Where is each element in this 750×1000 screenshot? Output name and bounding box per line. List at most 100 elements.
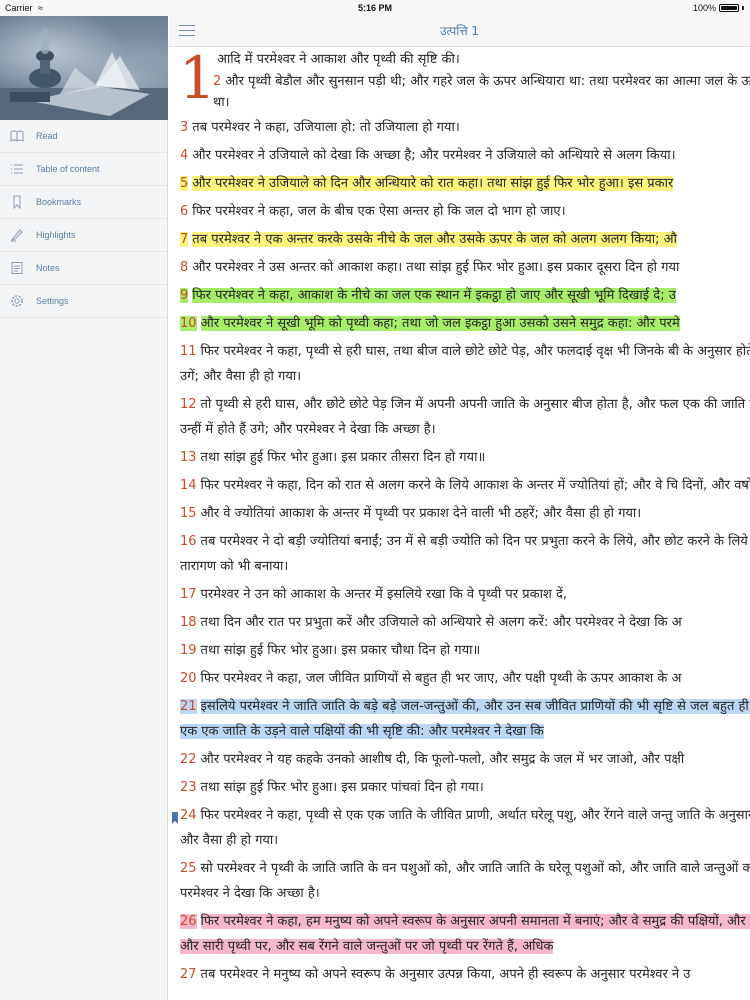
verse-5[interactable]: 5 और परमेश्वर ने उजियाले को दिन और अन्धिय… [169,171,750,196]
verse-text: इसलिये परमेश्वर ने जाति जाति के बड़े बड़… [180,699,750,739]
verse-text: तथा सांझ हुई फिर भोर हुआ। इस प्रकार पांच… [200,780,484,795]
verse-number: 26 [180,914,197,929]
verse-number: 16 [180,534,197,549]
sidebar-menu: Read Table of content Bookmarks Highligh… [0,120,167,318]
verse-text: तथा सांझ हुई फिर भोर हुआ। इस प्रकार चौथा… [200,643,481,658]
verse-text: फिर परमेश्वर ने कहा, हम मनुष्य को अपने स… [180,914,750,954]
bookmark-icon [10,195,24,209]
verse-3[interactable]: 3 तब परमेश्वर ने कहा, उजियाला हो: तो उजिय… [169,115,750,140]
verse-list: 3 तब परमेश्वर ने कहा, उजियाला हो: तो उजिय… [169,115,750,987]
sidebar-item-label: Notes [36,263,60,273]
list-icon [10,162,24,176]
battery-indicator: 100% [693,0,744,16]
verse-26[interactable]: 26 फिर परमेश्वर ने कहा, हम मनुष्य को अपने… [169,909,750,959]
verse-number: 8 [180,260,189,275]
verse-text: और परमेश्वर ने यह कहके उनको आशीष दी, कि … [200,752,685,767]
chapter-number-dropcap: 1 [179,47,216,112]
verse-17[interactable]: 17 परमेश्वर ने उन को आकाश के अन्तर में इस… [169,582,750,607]
verse-text: तब परमेश्वर ने एक अन्तर करके उसके नीचे क… [192,232,677,247]
verse-15[interactable]: 15 और वे ज्योतियां आकाश के अन्तर में पृथ्… [169,501,750,526]
verse-number: 19 [180,643,197,658]
verse-21[interactable]: 21 इसलिये परमेश्वर ने जाति जाति के बड़े ब… [169,694,750,744]
verse-number: 21 [180,699,197,714]
verse-20[interactable]: 20 फिर परमेश्वर ने कहा, जल जीवित प्राणियो… [169,666,750,691]
reader-header: उत्पत्ति 1 [169,16,750,47]
verse-number: 11 [180,344,197,359]
sidebar-hero-image [0,16,168,120]
verse-6[interactable]: 6 फिर परमेश्वर ने कहा, जल के बीच एक ऐसा अ… [169,199,750,224]
verse-2[interactable]: 2 और पृथ्वी बेडौल और सुनसान पड़ी थी; और ग… [213,71,750,113]
verse-number: 2 [213,74,222,89]
verse-number: 25 [180,861,197,876]
verse-14[interactable]: 14 फिर परमेश्वर ने कहा, दिन को रात से अलग… [169,473,750,498]
status-bar: Carrier ≈ 5:16 PM 100% [0,0,750,16]
verse-8[interactable]: 8 और परमेश्वर ने उस अन्तर को आकाश कहा। तथ… [169,255,750,280]
highlighter-icon [10,228,24,242]
sidebar-item-label: Settings [36,296,69,306]
verse-text: और परमेश्वर ने उस अन्तर को आकाश कहा। तथा… [192,260,680,275]
sidebar-item-settings[interactable]: Settings [0,285,167,318]
verse-number: 13 [180,450,197,465]
verse-text: परमेश्वर ने उन को आकाश के अन्तर में इसलि… [200,587,567,602]
sidebar-item-notes[interactable]: Notes [0,252,167,285]
sidebar-item-table-of-content[interactable]: Table of content [0,153,167,186]
verse-text: सो परमेश्वर ने पृथ्वी के जाति जाति के वन… [180,861,750,901]
verse-11[interactable]: 11 फिर परमेश्वर ने कहा, पृथ्वी से हरी घास… [169,339,750,389]
verse-number: 6 [180,204,189,219]
verse-9[interactable]: 9 फिर परमेश्वर ने कहा, आकाश के नीचे का जल… [169,283,750,308]
sidebar: Read Table of content Bookmarks Highligh… [0,16,168,1000]
verse-number: 5 [180,176,189,191]
sidebar-item-label: Table of content [36,164,100,174]
oil-lamp-books-illustration [0,28,168,120]
sidebar-item-bookmarks[interactable]: Bookmarks [0,186,167,219]
notes-icon [10,261,24,275]
verse-text: तब परमेश्वर ने मनुष्य को अपने स्वरूप के … [200,967,691,982]
verse-text: फिर परमेश्वर ने कहा, जल जीवित प्राणियों … [200,671,682,686]
verse-10[interactable]: 10 और परमेश्वर ने सूखी भूमि को पृथ्वी कहा… [169,311,750,336]
chapter-title: उत्पत्ति 1 [439,24,480,38]
status-time: 5:16 PM [357,3,392,13]
chapter-text[interactable]: 1 आदि में परमेश्वर ने आकाश और पृथ्वी की … [169,47,750,1000]
verse-number: 12 [180,397,197,412]
verse-text: और वे ज्योतियां आकाश के अन्तर में पृथ्वी… [200,506,642,521]
verse-text: तब परमेश्वर ने दो बड़ी ज्योतियां बनाईं; … [180,534,750,574]
verse-1-text[interactable]: आदि में परमेश्वर ने आकाश और पृथ्वी की सृ… [217,47,460,72]
sidebar-item-label: Read [36,131,58,141]
verse-4[interactable]: 4 और परमेश्वर ने उजियाले को देखा कि अच्छा… [169,143,750,168]
sidebar-item-highlights[interactable]: Highlights [0,219,167,252]
bookmark-flag-icon[interactable] [172,812,178,824]
verse-27[interactable]: 27 तब परमेश्वर ने मनुष्य को अपने स्वरूप क… [169,962,750,987]
verse-text: और परमेश्वर ने उजियाले को देखा कि अच्छा … [192,148,676,163]
verse-text: फिर परमेश्वर ने कहा, पृथ्वी से हरी घास, … [180,344,750,384]
verse-22[interactable]: 22 और परमेश्वर ने यह कहके उनको आशीष दी, क… [169,747,750,772]
verse-number: 22 [180,752,197,767]
verse-number: 14 [180,478,197,493]
verse-12[interactable]: 12 तो पृथ्वी से हरी घास, और छोटे छोटे पेड… [169,392,750,442]
verse-text: और परमेश्वर ने सूखी भूमि को पृथ्वी कहा; … [200,316,680,331]
verse-text: और पृथ्वी बेडौल और सुनसान पड़ी थी; और गह… [213,74,750,110]
verse-number: 18 [180,615,197,630]
sidebar-item-read[interactable]: Read [0,120,167,153]
verse-19[interactable]: 19 तथा सांझ हुई फिर भोर हुआ। इस प्रकार चौ… [169,638,750,663]
verse-text: फिर परमेश्वर ने कहा, आकाश के नीचे का जल … [192,288,676,303]
verse-23[interactable]: 23 तथा सांझ हुई फिर भोर हुआ। इस प्रकार पा… [169,775,750,800]
verse-text: फिर परमेश्वर ने कहा, पृथ्वी से एक एक जात… [180,808,750,848]
verse-number: 9 [180,288,189,303]
verse-number: 24 [180,808,197,823]
verse-18[interactable]: 18 तथा दिन और रात पर प्रभुता करें और उजिय… [169,610,750,635]
verse-7[interactable]: 7 तब परमेश्वर ने एक अन्तर करके उसके नीचे … [169,227,750,252]
verse-number: 17 [180,587,197,602]
battery-icon [719,4,739,12]
verse-number: 7 [180,232,189,247]
sidebar-item-label: Highlights [36,230,76,240]
verse-16[interactable]: 16 तब परमेश्वर ने दो बड़ी ज्योतियां बनाईं… [169,529,750,579]
verse-24[interactable]: 24 फिर परमेश्वर ने कहा, पृथ्वी से एक एक ज… [169,803,750,853]
verse-text: और परमेश्वर ने उजियाले को दिन और अन्धिया… [192,176,674,191]
sidebar-item-label: Bookmarks [36,197,82,207]
verse-13[interactable]: 13 तथा सांझ हुई फिर भोर हुआ। इस प्रकार ती… [169,445,750,470]
battery-tip [742,6,744,10]
verse-25[interactable]: 25 सो परमेश्वर ने पृथ्वी के जाति जाति के … [169,856,750,906]
verse-text: तब परमेश्वर ने कहा, उजियाला हो: तो उजिया… [192,120,460,135]
verse-text: तथा सांझ हुई फिर भोर हुआ। इस प्रकार तीसर… [200,450,486,465]
battery-percent: 100% [692,3,716,13]
